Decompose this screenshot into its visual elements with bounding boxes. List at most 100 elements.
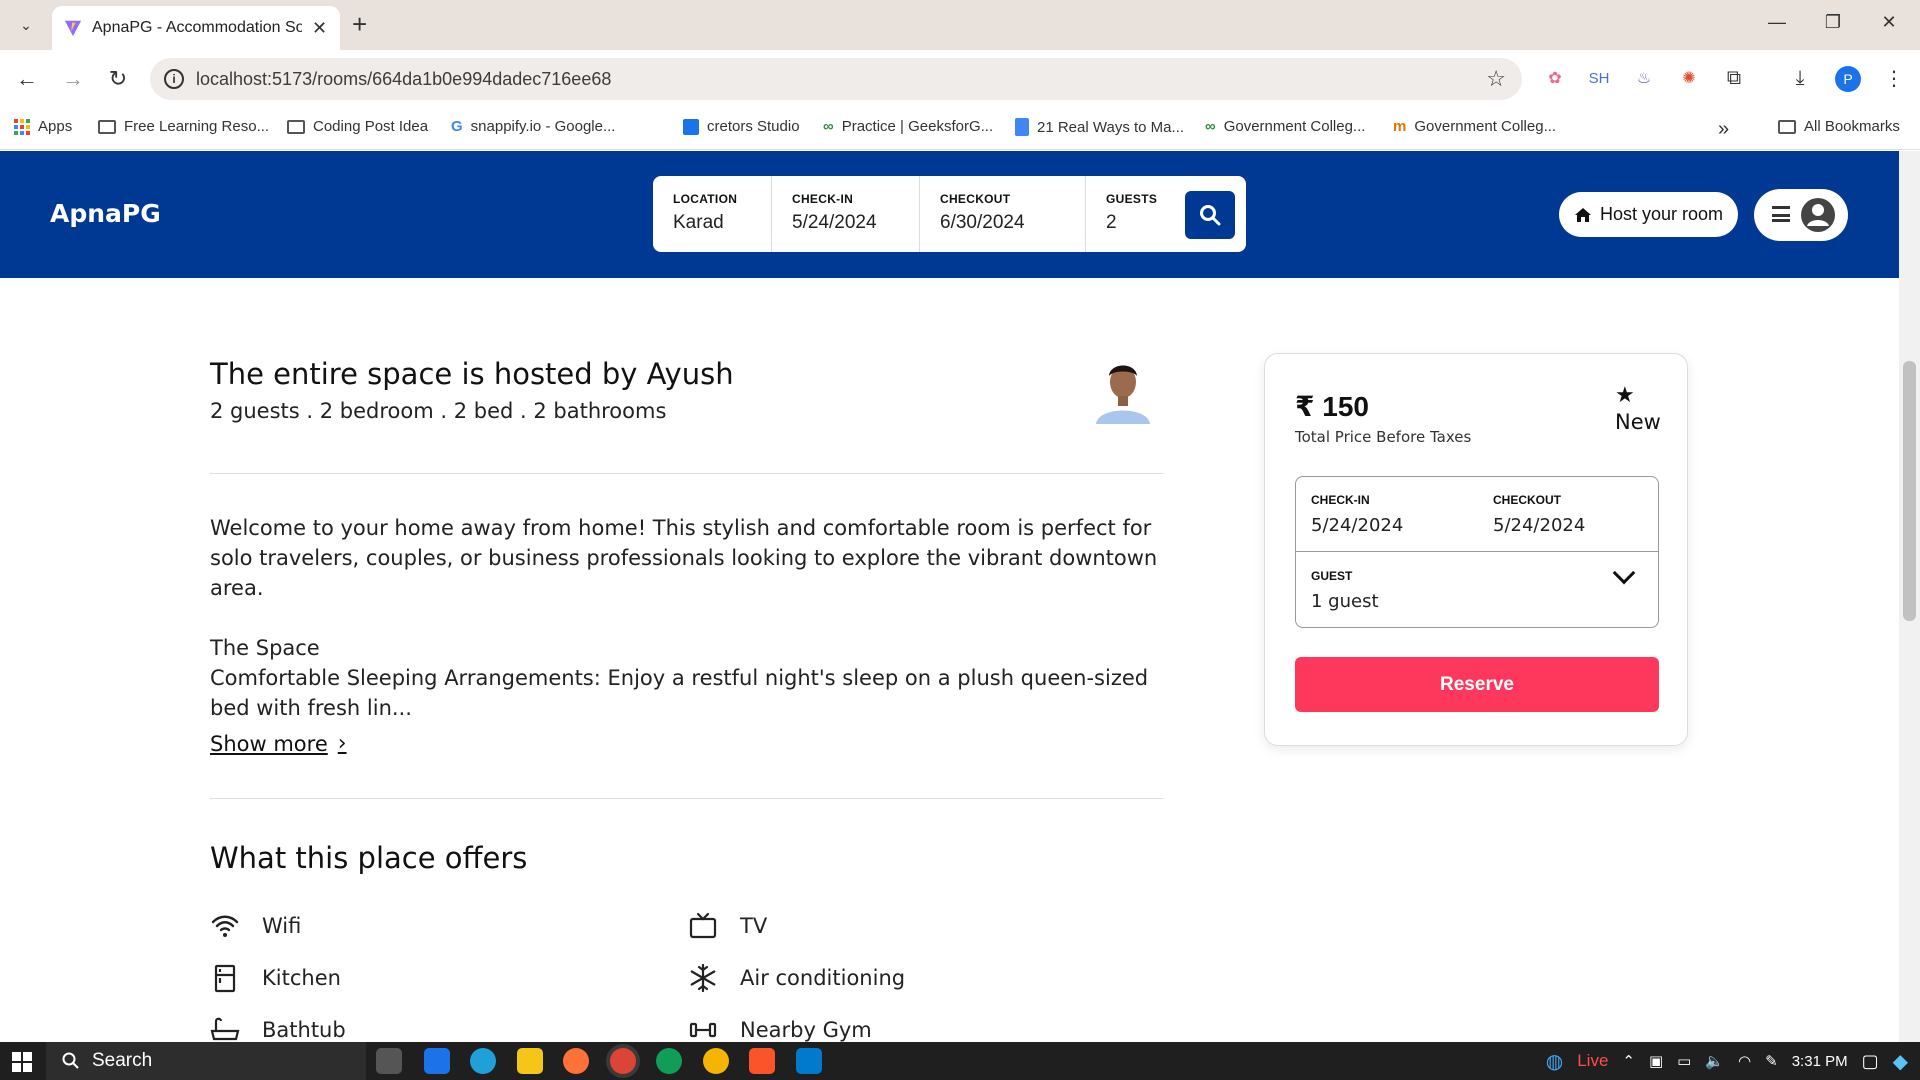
copilot-icon[interactable]: ◆ bbox=[1893, 1049, 1908, 1074]
location-field[interactable]: LOCATION Karad bbox=[653, 176, 772, 252]
url-text[interactable]: localhost:5173/rooms/664da1b0e994dadec71… bbox=[196, 69, 611, 90]
bookmark-apps[interactable]: Apps bbox=[14, 118, 72, 135]
task-view-icon[interactable] bbox=[376, 1048, 402, 1074]
scrollbar-thumb[interactable] bbox=[1903, 361, 1916, 621]
amenity-label: Nearby Gym bbox=[740, 1018, 872, 1042]
bookmark-label: Free Learning Reso... bbox=[124, 118, 270, 135]
windows-taskbar: Search ◍ Live ⌃ ▣ ▭ 🔈 ◠ ✎ 3:31 PM ▢ ◆ bbox=[0, 1042, 1920, 1080]
booking-checkin-field[interactable]: CHECK-IN 5/24/2024 bbox=[1311, 493, 1403, 536]
clock-time[interactable]: 3:31 PM bbox=[1792, 1053, 1848, 1070]
address-bar[interactable]: i localhost:5173/rooms/664da1b0e994dadec… bbox=[150, 58, 1522, 100]
lotus-extension-icon[interactable]: ✿ bbox=[1541, 64, 1569, 92]
listing-details: 2 guests . 2 bedroom . 2 bed . 2 bathroo… bbox=[210, 399, 667, 423]
bookmark-folder[interactable]: Coding Post Idea bbox=[287, 118, 428, 135]
taskbar-search[interactable]: Search bbox=[46, 1042, 366, 1080]
bookmarks-overflow-icon[interactable]: » bbox=[1718, 118, 1729, 141]
amenity-label: Air conditioning bbox=[740, 966, 906, 990]
page-scrollbar[interactable] bbox=[1899, 151, 1920, 1042]
mail-icon[interactable] bbox=[424, 1048, 450, 1074]
wifi-icon[interactable]: ◠ bbox=[1738, 1052, 1751, 1070]
extensions-puzzle-icon[interactable]: ⧉ bbox=[1720, 64, 1748, 92]
reserve-button[interactable]: Reserve bbox=[1295, 657, 1659, 712]
bookmark-link[interactable]: ∞ Practice | GeeksforG... bbox=[823, 118, 993, 135]
network-icon[interactable]: ▣ bbox=[1649, 1052, 1663, 1070]
all-bookmarks[interactable]: All Bookmarks bbox=[1778, 118, 1900, 135]
tab-title: ApnaPG - Accommodation Solu bbox=[92, 19, 302, 36]
vite-favicon-icon bbox=[64, 20, 82, 37]
bookmark-link[interactable]: ∞ Government Colleg... bbox=[1205, 118, 1365, 135]
kitchen-icon bbox=[214, 964, 236, 993]
guests-label: GUESTS bbox=[1106, 192, 1158, 206]
folder-icon bbox=[98, 119, 116, 134]
pen-icon[interactable]: ✎ bbox=[1765, 1052, 1778, 1070]
browser-tab-active[interactable]: ApnaPG - Accommodation Solu ✕ bbox=[52, 6, 340, 50]
user-avatar-icon bbox=[1801, 198, 1835, 232]
bookmark-link[interactable]: m Government Colleg... bbox=[1393, 118, 1556, 135]
amenity-tv: TV bbox=[688, 911, 767, 941]
forward-icon[interactable]: → bbox=[58, 64, 88, 94]
page-viewport: ApnaPG LOCATION Karad CHECK-IN 5/24/2024… bbox=[0, 151, 1899, 1042]
new-tab-button[interactable]: + bbox=[352, 10, 367, 38]
minimize-icon[interactable]: — bbox=[1762, 12, 1792, 33]
chrome-canary-icon[interactable] bbox=[703, 1048, 729, 1074]
guest-select[interactable]: GUEST 1 guest bbox=[1311, 569, 1641, 612]
booking-checkout-field[interactable]: CHECKOUT 5/24/2024 bbox=[1493, 493, 1585, 536]
live-text[interactable]: Live bbox=[1577, 1051, 1608, 1071]
show-more-link[interactable]: Show more › bbox=[210, 731, 347, 756]
bookmark-link[interactable]: cretors Studio bbox=[683, 118, 800, 135]
bookmark-link[interactable]: G snappify.io - Google... bbox=[451, 118, 615, 135]
amenity-ac: Air conditioning bbox=[688, 963, 905, 993]
checkout-field[interactable]: CHECKOUT 6/30/2024 bbox=[920, 176, 1086, 252]
description-paragraph: Comfortable Sleeping Arrangements: Enjoy… bbox=[210, 666, 1149, 720]
checkin-value: 5/24/2024 bbox=[792, 212, 877, 233]
checkin-field[interactable]: CHECK-IN 5/24/2024 bbox=[772, 176, 920, 252]
amenity-bathtub: Bathtub bbox=[210, 1015, 346, 1042]
amenity-kitchen: Kitchen bbox=[210, 963, 341, 993]
listing-title: The entire space is hosted by Ayush bbox=[210, 357, 734, 391]
bookmark-folder[interactable]: Free Learning Reso... bbox=[98, 118, 269, 135]
vscode-icon[interactable] bbox=[796, 1048, 822, 1074]
chrome-profile-icon[interactable] bbox=[656, 1048, 682, 1074]
geeksforgeeks-icon: ∞ bbox=[823, 118, 834, 135]
window-close-icon[interactable]: ✕ bbox=[1874, 12, 1904, 33]
location-value: Karad bbox=[673, 212, 724, 233]
download-icon[interactable]: ⤓ bbox=[1786, 64, 1814, 92]
bookmark-link[interactable]: 21 Real Ways to Ma... bbox=[1015, 118, 1184, 136]
brave-icon[interactable] bbox=[749, 1048, 775, 1074]
restore-icon[interactable]: ❐ bbox=[1818, 12, 1848, 33]
chrome-icon[interactable] bbox=[610, 1048, 636, 1074]
edge-icon[interactable] bbox=[470, 1048, 496, 1074]
docs-icon bbox=[1015, 118, 1029, 136]
host-your-room-button[interactable]: Host your room bbox=[1559, 192, 1738, 237]
search-bar: LOCATION Karad CHECK-IN 5/24/2024 CHECKO… bbox=[653, 176, 1246, 252]
user-menu-button[interactable] bbox=[1754, 189, 1848, 241]
reload-icon[interactable]: ↻ bbox=[103, 64, 133, 94]
hamburger-icon bbox=[1772, 206, 1790, 222]
price-note: Total Price Before Taxes bbox=[1295, 428, 1472, 446]
folder-icon bbox=[1778, 119, 1796, 134]
search-icon bbox=[62, 1052, 79, 1069]
search-button[interactable] bbox=[1185, 191, 1235, 239]
flame-extension-icon[interactable]: ♨ bbox=[1630, 64, 1658, 92]
file-explorer-icon[interactable] bbox=[517, 1048, 543, 1074]
battery-icon[interactable]: ▭ bbox=[1677, 1052, 1691, 1070]
amenity-gym: Nearby Gym bbox=[688, 1015, 872, 1042]
chevron-up-icon[interactable]: ⌃ bbox=[1622, 1052, 1635, 1070]
back-icon[interactable]: ← bbox=[12, 64, 42, 94]
site-info-icon[interactable]: i bbox=[164, 69, 184, 89]
brand-logo[interactable]: ApnaPG bbox=[50, 199, 161, 228]
tab-search-button[interactable]: ⌄ bbox=[10, 10, 42, 40]
notification-icon[interactable]: ▢ bbox=[1862, 1051, 1879, 1072]
browser-menu-icon[interactable]: ⋮ bbox=[1880, 64, 1908, 92]
color-extension-icon[interactable]: ✺ bbox=[1675, 64, 1703, 92]
firefox-icon[interactable] bbox=[563, 1048, 589, 1074]
sh-extension-icon[interactable]: SH bbox=[1585, 64, 1613, 92]
tab-close-icon[interactable]: ✕ bbox=[312, 18, 327, 39]
bookmark-star-icon[interactable]: ☆ bbox=[1486, 66, 1506, 92]
profile-avatar[interactable]: P bbox=[1835, 66, 1861, 92]
offers-title: What this place offers bbox=[210, 841, 528, 875]
guests-field[interactable]: GUESTS 2 bbox=[1086, 176, 1176, 252]
windows-start-icon[interactable] bbox=[12, 1052, 32, 1072]
volume-icon[interactable]: 🔈 bbox=[1705, 1052, 1724, 1070]
cricket-live-icon[interactable]: ◍ bbox=[1546, 1049, 1563, 1074]
